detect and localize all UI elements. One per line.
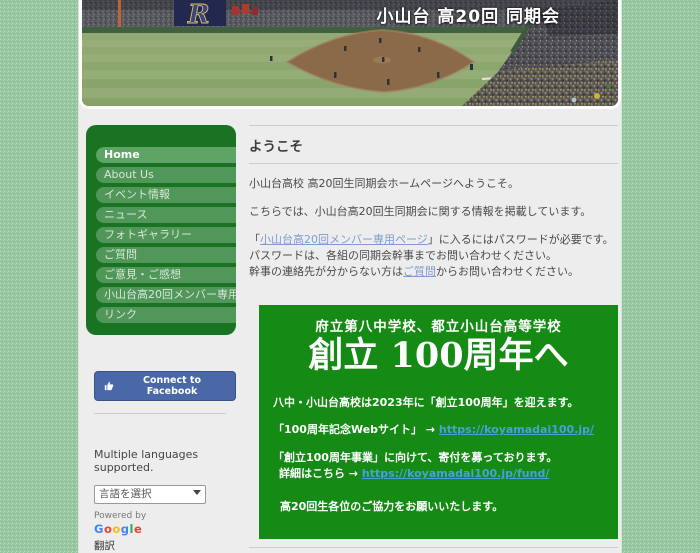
page-container: R	[79, 0, 621, 553]
sidebar-nav: Home About Us イベント情報 ニュース フォトギャラリー ご質問 ご…	[86, 125, 236, 335]
connect-facebook-label: Connect to Facebook	[118, 375, 226, 397]
google-translate-label: 翻訳	[94, 538, 236, 553]
centennial-banner: 府立第八中学校、都立小山台高等学校 創立 100周年へ 八中・小山台高校は202…	[259, 305, 618, 540]
header-photo: R	[79, 0, 621, 109]
stands-letter: R	[187, 0, 210, 30]
google-logo: Google	[94, 522, 236, 536]
banner-line-3-4: 「創立100周年事業」に向けて、寄付を募っております。 詳細はこちら → htt…	[273, 450, 604, 483]
questions-link[interactable]: ご質問	[403, 265, 436, 278]
banner-subtitle: 府立第八中学校、都立小山台高等学校	[273, 315, 604, 335]
banner-line-2: 「100周年記念Webサイト」 → https://koyamadai100.j…	[273, 422, 604, 439]
welcome-paragraph-1: 小山台高校 高20回生同期会ホームページへようこそ。	[249, 176, 618, 192]
sidebar-divider	[94, 413, 226, 414]
members-page-link[interactable]: 小山台高20回メンバー専用ページ	[260, 233, 428, 246]
sidebar-item-feedback[interactable]: ご意見・ご感想	[96, 267, 236, 283]
sidebar: Home About Us イベント情報 ニュース フォトギャラリー ご質問 ご…	[86, 125, 236, 553]
welcome-paragraph-3: 「小山台高20回メンバー専用ページ」に入るにはパスワードが必要です。 パスワード…	[249, 232, 618, 280]
body-columns: Home About Us イベント情報 ニュース フォトギャラリー ご質問 ご…	[82, 109, 618, 553]
sidebar-item-event-info[interactable]: イベント情報	[96, 187, 236, 203]
sidebar-item-about-us[interactable]: About Us	[96, 167, 236, 183]
section-divider	[249, 547, 618, 548]
thumbs-up-icon	[104, 381, 114, 391]
language-select[interactable]: 言語を選択	[94, 485, 206, 504]
fund-link[interactable]: https://koyamadai100.jp/fund/	[362, 467, 549, 480]
language-select-wrap: 言語を選択	[94, 482, 206, 504]
banner-line-5: 高20回生各位のご協力をお願いいたします。	[273, 499, 604, 516]
languages-note: Multiple languages supported.	[94, 448, 236, 474]
connect-facebook-button[interactable]: Connect to Facebook	[94, 371, 236, 401]
banner-line-1: 八中・小山台高校は2023年に「創立100周年」を迎えます。	[273, 395, 604, 412]
sidebar-item-home[interactable]: Home	[96, 147, 236, 163]
centennial-site-link[interactable]: https://koyamadai100.jp/	[439, 423, 594, 436]
sidebar-item-members-page[interactable]: 小山台高20回メンバー専用ページ	[96, 287, 236, 303]
sidebar-item-links[interactable]: リンク	[96, 307, 236, 323]
password-note: パスワードは、各組の同期会幹事までお問い合わせください。	[249, 249, 557, 262]
main-content: ようこそ 小山台高校 高20回生同期会ホームページへようこそ。 こちらでは、小山…	[249, 125, 618, 548]
sidebar-item-photo-gallery[interactable]: フォトギャラリー	[96, 227, 236, 243]
banner-title: 創立 100周年へ	[273, 336, 604, 376]
welcome-paragraph-2: こちらでは、小山台高20回生同期会に関する情報を掲載しています。	[249, 204, 618, 220]
site-title: 小山台 高20回 同期会	[377, 2, 561, 27]
welcome-heading: ようこそ	[249, 126, 618, 164]
sidebar-item-questions[interactable]: ご質問	[96, 247, 236, 263]
sidebar-item-news[interactable]: ニュース	[96, 207, 236, 223]
powered-by-label: Powered by	[94, 511, 236, 521]
